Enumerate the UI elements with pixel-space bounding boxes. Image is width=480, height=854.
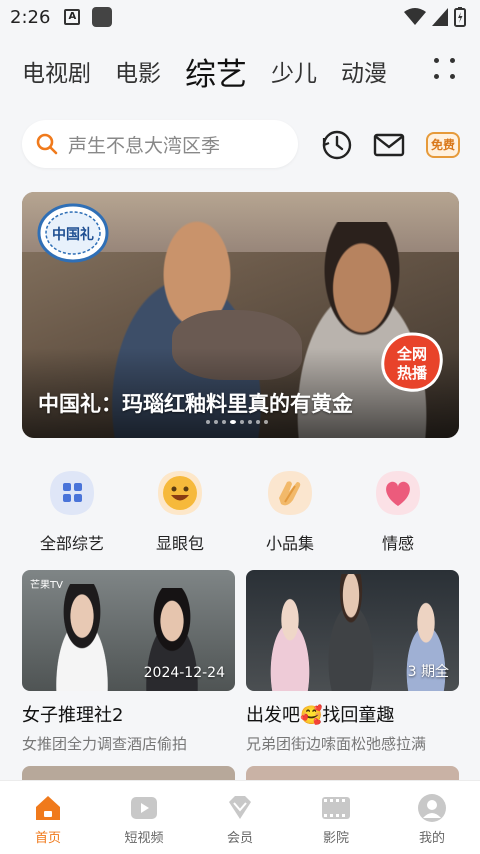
- tab-tv-series[interactable]: 电视剧: [22, 54, 91, 88]
- wifi-icon: [404, 8, 426, 25]
- carousel-dot: [214, 420, 218, 424]
- channel-watermark: 芒果TV: [30, 580, 63, 591]
- carousel-indicator: [206, 420, 268, 424]
- shortcut-emotion[interactable]: 情感: [348, 468, 448, 554]
- show-subtitle: 兄弟团街边嗦面松弛感拉满: [246, 735, 427, 753]
- nav-home[interactable]: 首页: [0, 781, 96, 854]
- history-icon[interactable]: [320, 128, 354, 162]
- nav-membership[interactable]: 会员: [192, 781, 288, 854]
- carousel-dot: [264, 420, 268, 424]
- nav-label: 我的: [418, 831, 445, 846]
- search-input[interactable]: 声生不息大湾区季: [22, 120, 298, 168]
- show-logo: 中国礼: [36, 202, 110, 264]
- show-title: 出发吧🥰找回童趣: [246, 705, 395, 726]
- nav-short-video[interactable]: 短视频: [96, 781, 192, 854]
- tab-kids[interactable]: 少儿: [271, 54, 317, 88]
- shortcut-label: 小品集: [265, 534, 314, 553]
- profile-icon: [418, 794, 446, 822]
- bottom-nav: 首页 短视频 会员 影院 我的: [0, 780, 480, 854]
- smiley-icon: [158, 471, 202, 515]
- show-thumbnail: 3 期全: [246, 570, 459, 691]
- next-card-peek: [22, 766, 235, 780]
- heart-icon: [376, 471, 420, 515]
- trending-badge-line2: 热播: [396, 364, 427, 382]
- shortcut-show-off[interactable]: 显眼包: [130, 468, 230, 554]
- nav-label: 影院: [322, 831, 349, 846]
- grid-icon: [50, 471, 94, 515]
- signal-icon: [432, 8, 448, 26]
- film-icon: [322, 797, 350, 819]
- play-icon: [131, 797, 157, 819]
- clap-icon: [268, 471, 312, 515]
- trending-badge-line1: 全网: [396, 345, 427, 363]
- nav-profile[interactable]: 我的: [384, 781, 480, 854]
- episode-count: 3 期全: [407, 664, 449, 680]
- show-thumbnail: 芒果TV 2024-12-24: [22, 570, 235, 691]
- banner-title: 中国礼：玛瑙红釉料里真的有黄金: [38, 392, 353, 416]
- trending-badge: 全网 热播: [379, 332, 445, 394]
- hero-banner[interactable]: 中国礼 全网 热播 中国礼：玛瑙红釉料里真的有黄金: [22, 192, 459, 438]
- search-row: 声生不息大湾区季 免费: [22, 120, 462, 168]
- search-icon: [36, 133, 58, 155]
- shortcut-label: 显眼包: [155, 534, 204, 553]
- search-placeholder: 声生不息大湾区季: [68, 134, 221, 157]
- carousel-dot: [240, 420, 244, 424]
- status-time: 2:26: [10, 6, 51, 28]
- carousel-dot: [256, 420, 260, 424]
- message-icon[interactable]: [372, 128, 406, 162]
- shortcut-all-variety[interactable]: 全部综艺: [22, 468, 122, 554]
- carousel-dot: [222, 420, 226, 424]
- shortcut-grid: 全部综艺 显眼包 小品集 情感: [22, 468, 462, 554]
- carousel-dot: [230, 420, 236, 424]
- home-icon: [36, 796, 60, 820]
- shortcut-sketches[interactable]: 小品集: [240, 468, 340, 554]
- show-logo-text: 中国礼: [52, 227, 94, 243]
- tab-movies[interactable]: 电影: [115, 54, 161, 88]
- show-card[interactable]: 芒果TV 2024-12-24 女子推理社2 女推团全力调查酒店偷拍: [22, 570, 235, 754]
- battery-icon: [454, 7, 466, 27]
- carousel-dot: [248, 420, 252, 424]
- nav-label: 首页: [34, 831, 61, 846]
- notification-square-icon: [92, 7, 113, 27]
- thumb-person: [42, 584, 122, 691]
- thumb-person: [316, 574, 386, 691]
- free-badge-button[interactable]: 免费: [426, 132, 460, 158]
- category-tabs: 电视剧 电影 综艺 少儿 动漫: [0, 46, 480, 96]
- shortcut-label: 情感: [381, 534, 414, 553]
- shortcut-label: 全部综艺: [39, 534, 104, 553]
- diamond-icon: [229, 796, 251, 819]
- show-subtitle: 女推团全力调查酒店偷拍: [22, 735, 188, 753]
- tab-anime[interactable]: 动漫: [341, 54, 387, 88]
- show-title: 女子推理社2: [22, 705, 124, 726]
- nav-label: 会员: [226, 831, 253, 846]
- thumb-person: [260, 596, 320, 691]
- show-card[interactable]: 3 期全 出发吧🥰找回童趣 兄弟团街边嗦面松弛感拉满: [246, 570, 459, 754]
- nav-cinema[interactable]: 影院: [288, 781, 384, 854]
- notification-a-icon: A: [64, 9, 81, 25]
- status-bar: 2:26 A: [0, 0, 480, 34]
- carousel-dot: [206, 420, 210, 424]
- more-dots-icon[interactable]: [434, 58, 456, 80]
- next-card-peek: [246, 766, 459, 780]
- air-date: 2024-12-24: [143, 665, 225, 681]
- nav-label: 短视频: [124, 831, 164, 846]
- tab-variety[interactable]: 综艺: [185, 49, 247, 94]
